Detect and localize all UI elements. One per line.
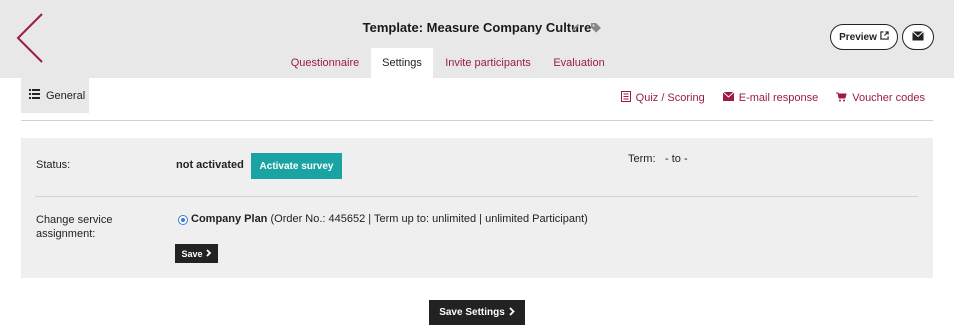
settings-subnav: General Quiz / Scoring E-mail response V… <box>21 78 933 121</box>
subnav-links: Quiz / Scoring E-mail response Voucher c… <box>620 91 925 105</box>
term-label: Term: <box>628 153 656 165</box>
quiz-scoring-label: Quiz / Scoring <box>635 92 705 104</box>
plan-details: (Order No.: 445652 | Term up to: unlimit… <box>270 213 588 225</box>
chevron-right-icon <box>205 248 212 259</box>
tab-settings[interactable]: Settings <box>371 48 433 78</box>
settings-panel: Status: not activated Activate survey Te… <box>21 138 933 278</box>
voucher-codes-link[interactable]: Voucher codes <box>836 91 925 105</box>
chevron-right-icon <box>509 306 515 319</box>
page-title: Template: Measure Company Culture <box>362 20 592 35</box>
subtab-general[interactable]: General <box>21 78 89 113</box>
plan-text: Company Plan (Order No.: 445652 | Term u… <box>191 213 588 225</box>
preview-button[interactable]: Preview <box>830 24 898 50</box>
save-button[interactable]: Save <box>175 244 218 263</box>
envelope-icon <box>912 30 924 44</box>
status-value: not activated <box>176 159 244 171</box>
list-icon <box>620 91 631 105</box>
plan-name: Company Plan <box>191 213 268 225</box>
main-tabs: Questionnaire Settings Invite participan… <box>0 48 954 78</box>
email-button[interactable] <box>902 24 934 50</box>
preview-label: Preview <box>839 31 877 43</box>
edit-pencil-icon[interactable] <box>570 22 581 36</box>
save-settings-label: Save Settings <box>439 307 505 318</box>
top-header: Template: Measure Company Culture Previe… <box>0 0 954 78</box>
service-assignment-label: Change service assignment: <box>36 214 113 240</box>
activate-survey-button[interactable]: Activate survey <box>251 153 342 179</box>
email-response-label: E-mail response <box>738 92 819 104</box>
title-row: Template: Measure Company Culture <box>0 20 954 35</box>
quiz-scoring-link[interactable]: Quiz / Scoring <box>620 91 705 105</box>
voucher-codes-label: Voucher codes <box>852 92 925 104</box>
title-actions <box>570 22 608 36</box>
company-plan-radio[interactable] <box>178 215 188 225</box>
external-link-icon <box>880 31 889 43</box>
tab-evaluation[interactable]: Evaluation <box>545 48 613 78</box>
subtab-general-label: General <box>46 89 86 102</box>
save-label: Save <box>181 248 203 259</box>
tab-questionnaire[interactable]: Questionnaire <box>283 48 367 78</box>
status-label: Status: <box>36 159 71 171</box>
cart-icon <box>836 92 847 105</box>
term-value: - to - <box>665 153 688 165</box>
envelope-icon <box>722 91 735 104</box>
tag-icon[interactable] <box>590 22 602 36</box>
divider <box>35 196 918 197</box>
email-response-link[interactable]: E-mail response <box>722 91 819 105</box>
tab-invite-participants[interactable]: Invite participants <box>437 48 539 78</box>
save-settings-button[interactable]: Save Settings <box>429 300 525 325</box>
list-icon <box>29 89 40 102</box>
